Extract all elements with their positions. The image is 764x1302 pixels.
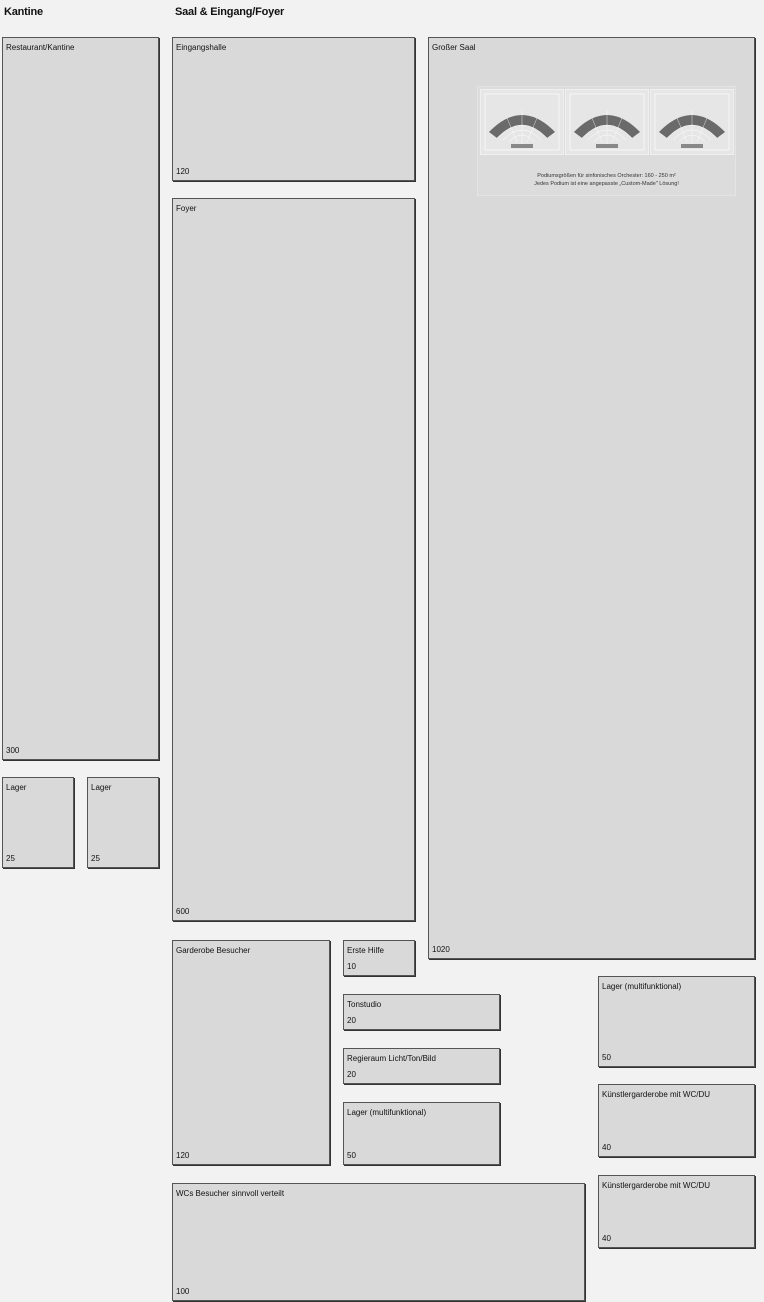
room-kuenstlergarderobe-1: Künstlergarderobe mit WC/DU 40 bbox=[598, 1084, 755, 1157]
room-label: Regieraum Licht/Ton/Bild bbox=[347, 1054, 436, 1063]
room-label: Restaurant/Kantine bbox=[6, 43, 75, 52]
room-lager-multifunktional-2: Lager (multifunktional) 50 bbox=[598, 976, 755, 1067]
podium-diagram-panel: Podiumsgrößen für sinfonisches Orchester… bbox=[477, 86, 736, 196]
room-area: 40 bbox=[602, 1234, 611, 1243]
room-label: WCs Besucher sinnvoll verteilt bbox=[176, 1189, 285, 1198]
room-restaurant-kantine: Restaurant/Kantine 300 bbox=[2, 37, 159, 760]
room-regieraum: Regieraum Licht/Ton/Bild 20 bbox=[343, 1048, 500, 1084]
podium-caption-line1: Podiumsgrößen für sinfonisches Orchester… bbox=[537, 173, 676, 179]
room-erste-hilfe: Erste Hilfe 10 bbox=[343, 940, 415, 976]
room-label: Tonstudio bbox=[347, 1000, 382, 1009]
room-label: Lager bbox=[91, 783, 112, 792]
room-area: 100 bbox=[176, 1287, 190, 1296]
podium-plan-icon bbox=[565, 89, 649, 155]
room-area: 50 bbox=[602, 1053, 611, 1062]
podium-plan-icon bbox=[480, 89, 564, 155]
room-area: 40 bbox=[602, 1143, 611, 1152]
room-area: 300 bbox=[6, 746, 20, 755]
room-label: Großer Saal bbox=[432, 43, 476, 52]
room-garderobe-besucher: Garderobe Besucher 120 bbox=[172, 940, 330, 1165]
room-label: Foyer bbox=[176, 204, 197, 213]
room-tonstudio: Tonstudio 20 bbox=[343, 994, 500, 1030]
podium-caption-line2: Jedes Podium ist eine angepasste „Custom… bbox=[534, 181, 679, 187]
room-label: Eingangshalle bbox=[176, 43, 227, 52]
room-area: 25 bbox=[6, 854, 15, 863]
room-label: Lager (multifunktional) bbox=[347, 1108, 427, 1117]
room-area: 1020 bbox=[432, 945, 450, 954]
room-label: Garderobe Besucher bbox=[176, 946, 251, 955]
room-label: Künstlergarderobe mit WC/DU bbox=[602, 1090, 711, 1099]
room-area: 120 bbox=[176, 1151, 190, 1160]
room-eingangshalle: Eingangshalle 120 bbox=[172, 37, 415, 181]
room-area: 50 bbox=[347, 1151, 356, 1160]
room-area: 25 bbox=[91, 854, 100, 863]
room-grosser-saal: Großer Saal Podiumsgrößen für sinfonisch… bbox=[428, 37, 755, 959]
room-lager-multifunktional-1: Lager (multifunktional) 50 bbox=[343, 1102, 500, 1165]
room-wcs-besucher: WCs Besucher sinnvoll verteilt 100 bbox=[172, 1183, 585, 1301]
heading-saal: Saal & Eingang/Foyer bbox=[175, 6, 285, 18]
room-kuenstlergarderobe-2: Künstlergarderobe mit WC/DU 40 bbox=[598, 1175, 755, 1248]
room-label: Lager bbox=[6, 783, 27, 792]
room-lager-b: Lager 25 bbox=[87, 777, 159, 868]
room-area: 600 bbox=[176, 907, 190, 916]
room-label: Künstlergarderobe mit WC/DU bbox=[602, 1181, 711, 1190]
room-area: 20 bbox=[347, 1016, 356, 1025]
room-area: 20 bbox=[347, 1070, 356, 1079]
heading-kantine: Kantine bbox=[4, 6, 43, 18]
room-foyer: Foyer 600 bbox=[172, 198, 415, 921]
room-label: Erste Hilfe bbox=[347, 946, 384, 955]
podium-plan-icon bbox=[650, 89, 734, 155]
room-area: 120 bbox=[176, 167, 190, 176]
room-lager-a: Lager 25 bbox=[2, 777, 74, 868]
room-area: 10 bbox=[347, 962, 356, 971]
room-label: Lager (multifunktional) bbox=[602, 982, 682, 991]
